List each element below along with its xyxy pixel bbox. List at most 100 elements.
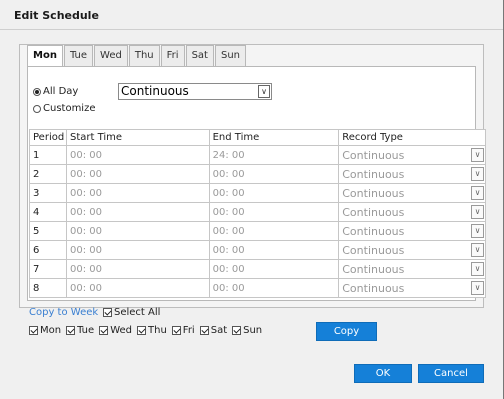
table-row: 8 00: 00 00: 00 Continuous ∨ [29, 278, 486, 298]
start-time-input[interactable]: 00: 00 [65, 183, 210, 203]
table-header-row: Period Start Time End Time Record Type [29, 129, 486, 146]
select-all-checkbox[interactable] [103, 308, 112, 317]
record-type-select[interactable]: Continuous ∨ [338, 164, 486, 184]
day-option-fri[interactable]: Fri [171, 325, 195, 336]
tue-checkbox[interactable] [66, 326, 76, 335]
end-time-input[interactable]: 00: 00 [208, 240, 340, 260]
start-time-input[interactable]: 00: 00 [65, 202, 210, 222]
tab-thu[interactable]: Thu [128, 45, 160, 66]
tab-fri[interactable]: Fri [160, 45, 185, 66]
start-time-input[interactable]: 00: 00 [65, 164, 210, 184]
select-all-label: Select All [114, 307, 161, 318]
sun-label: Sun [243, 325, 263, 336]
day-option-thu[interactable]: Thu [137, 325, 167, 336]
table-row: 1 00: 00 24: 00 Continuous ∨ [29, 145, 486, 165]
table-row: 2 00: 00 00: 00 Continuous ∨ [29, 164, 486, 184]
end-time-input[interactable]: 00: 00 [208, 221, 340, 241]
sun-checkbox[interactable] [232, 326, 242, 335]
end-time-input[interactable]: 00: 00 [208, 183, 340, 203]
record-type-value: Continuous [342, 243, 405, 257]
cancel-button[interactable]: Cancel [418, 364, 484, 383]
tab-sun[interactable]: Sun [214, 45, 247, 66]
day-option-mon[interactable]: Mon [29, 325, 61, 336]
record-type-value: Continuous [342, 262, 405, 276]
header-start-time: Start Time [65, 129, 210, 146]
period-number: 4 [29, 202, 67, 222]
start-time-input[interactable]: 00: 00 [65, 278, 210, 298]
day-option-wed[interactable]: Wed [99, 325, 132, 336]
record-type-value: Continuous [342, 167, 405, 181]
customize-option[interactable]: Customize [33, 103, 96, 114]
period-number: 7 [29, 259, 67, 279]
thu-label: Thu [148, 325, 167, 336]
ok-button[interactable]: OK [354, 364, 412, 383]
tab-sat[interactable]: Sat [185, 45, 214, 66]
start-time-input[interactable]: 00: 00 [65, 145, 210, 165]
record-type-value: Continuous [342, 224, 405, 238]
record-type-select[interactable]: Continuous ∨ [338, 145, 486, 165]
record-type-select[interactable]: Continuous ∨ [338, 278, 486, 298]
record-type-select[interactable]: Continuous ∨ [338, 202, 486, 222]
all-day-option[interactable]: All Day [33, 86, 78, 97]
chevron-down-icon: ∨ [471, 281, 484, 295]
start-time-input[interactable]: 00: 00 [65, 240, 210, 260]
day-option-tue[interactable]: Tue [66, 325, 94, 336]
start-time-input[interactable]: 00: 00 [65, 259, 210, 279]
chevron-down-icon: ∨ [471, 186, 484, 200]
fri-checkbox[interactable] [171, 326, 181, 335]
table-row: 5 00: 00 00: 00 Continuous ∨ [29, 221, 486, 241]
record-type-select[interactable]: Continuous ∨ [338, 183, 486, 203]
record-type-select[interactable]: Continuous ∨ [338, 240, 486, 260]
day-tabs: Mon Tue Wed Thu Fri Sat Sun [27, 45, 247, 68]
record-type-value: Continuous [342, 148, 405, 162]
record-mode-value: Continuous [121, 84, 189, 98]
chevron-down-icon: ∨ [471, 167, 484, 181]
table-row: 7 00: 00 00: 00 Continuous ∨ [29, 259, 486, 279]
chevron-down-icon: ∨ [471, 224, 484, 238]
tab-wed[interactable]: Wed [94, 45, 128, 66]
sat-label: Sat [210, 325, 228, 336]
thu-checkbox[interactable] [137, 326, 146, 335]
dialog-title: Edit Schedule [14, 9, 99, 22]
copy-button[interactable]: Copy [316, 322, 377, 341]
record-type-value: Continuous [342, 205, 405, 219]
record-type-select[interactable]: Continuous ∨ [338, 259, 486, 279]
customize-radio[interactable] [33, 104, 41, 113]
end-time-input[interactable]: 00: 00 [208, 202, 340, 222]
record-type-select[interactable]: Continuous ∨ [338, 221, 486, 241]
record-mode-select[interactable]: Continuous ∨ [118, 83, 272, 100]
title-bar: Edit Schedule [0, 0, 503, 30]
tab-mon[interactable]: Mon [27, 45, 63, 68]
wed-label: Wed [110, 325, 132, 336]
select-all-option[interactable]: Select All [103, 307, 160, 318]
period-number: 3 [29, 183, 67, 203]
period-number: 1 [29, 145, 67, 165]
end-time-input[interactable]: 24: 00 [208, 145, 340, 165]
tue-label: Tue [77, 325, 95, 336]
copy-to-week-link[interactable]: Copy to Week [29, 307, 98, 318]
chevron-down-icon: ∨ [471, 243, 484, 257]
tab-tue[interactable]: Tue [63, 45, 94, 66]
copy-days-row: Mon Tue Wed Thu Fri Sat Sun [29, 325, 267, 336]
period-number: 2 [29, 164, 67, 184]
wed-checkbox[interactable] [99, 326, 109, 335]
chevron-down-icon: ∨ [471, 148, 484, 162]
all-day-radio[interactable] [33, 87, 41, 96]
start-time-input[interactable]: 00: 00 [65, 221, 210, 241]
end-time-input[interactable]: 00: 00 [208, 164, 340, 184]
record-type-value: Continuous [342, 281, 405, 295]
sat-checkbox[interactable] [199, 326, 209, 335]
chevron-down-icon: ∨ [471, 262, 484, 276]
day-option-sat[interactable]: Sat [199, 325, 228, 336]
chevron-down-icon: ∨ [471, 205, 484, 219]
period-number: 8 [29, 278, 67, 298]
end-time-input[interactable]: 00: 00 [208, 259, 340, 279]
header-period: Period [29, 129, 67, 146]
edit-schedule-dialog: Edit Schedule Mon Tue Wed Thu Fri Sat Su… [0, 0, 504, 399]
mon-checkbox[interactable] [29, 326, 38, 335]
period-table: Period Start Time End Time Record Type 1… [29, 129, 486, 298]
header-end-time: End Time [208, 129, 340, 146]
table-row: 6 00: 00 00: 00 Continuous ∨ [29, 240, 486, 260]
end-time-input[interactable]: 00: 00 [208, 278, 340, 298]
day-option-sun[interactable]: Sun [232, 325, 262, 336]
